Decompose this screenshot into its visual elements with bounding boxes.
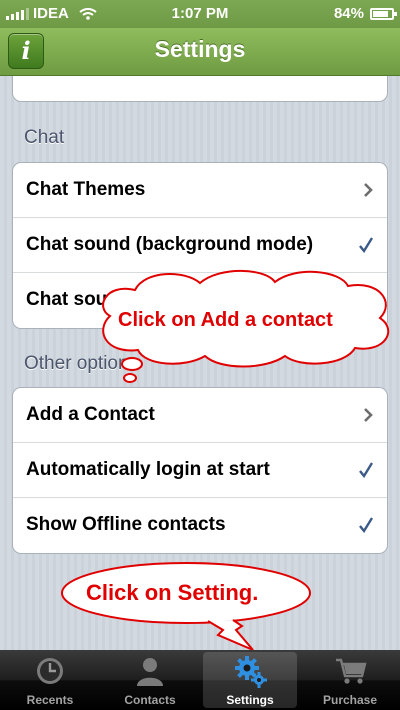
tab-bar: Recents Contacts Settings Purchase	[0, 650, 400, 710]
callout-add-contact-text: Click on Add a contact	[118, 309, 333, 331]
row-label: Show Offline contacts	[26, 514, 226, 535]
tab-label: Settings	[226, 693, 274, 707]
row-auto-login[interactable]: Automatically login at start	[13, 443, 387, 498]
callout-bubble-setting	[61, 562, 311, 651]
gears-icon	[235, 656, 267, 688]
chevron-right-icon	[363, 163, 373, 217]
chevron-right-icon	[363, 388, 373, 442]
row-label: Chat sound (background mode)	[26, 234, 314, 255]
row-label: Chat Themes	[26, 179, 146, 200]
row-chat-themes[interactable]: Chat Themes	[13, 163, 387, 218]
clock-icon	[37, 658, 63, 684]
row-show-offline[interactable]: Show Offline contacts	[13, 498, 387, 553]
checkmark-icon	[359, 498, 373, 552]
row-label: Automatically login at start	[26, 459, 270, 480]
cart-icon	[336, 658, 367, 684]
tab-contacts[interactable]: Contacts	[100, 650, 200, 710]
row-label: Add a Contact	[26, 404, 155, 425]
battery-area: 84%	[333, 5, 397, 22]
checkmark-icon	[359, 218, 373, 272]
battery-icon	[370, 7, 397, 20]
person-icon	[137, 658, 163, 686]
battery-percent: 84%	[333, 5, 364, 22]
previous-settings-group	[12, 46, 388, 102]
tab-label: Contacts	[124, 693, 176, 707]
tab-label: Recents	[26, 693, 74, 707]
tab-recents[interactable]: Recents	[0, 650, 100, 710]
tab-label: Purchase	[322, 693, 378, 707]
tab-settings[interactable]: Settings	[200, 650, 300, 710]
section-header-chat: Chat	[24, 127, 65, 148]
callout-setting-text: Click on Setting.	[86, 580, 259, 605]
other-options-group: Add a Contact Automatically login at sta…	[12, 387, 388, 554]
row-add-contact[interactable]: Add a Contact	[13, 388, 387, 443]
status-bar: IDEA 1:07 PM 84%	[0, 0, 400, 28]
checkmark-icon	[359, 443, 373, 497]
tab-purchase[interactable]: Purchase	[300, 650, 400, 710]
row-chat-sound-background[interactable]: Chat sound (background mode)	[13, 218, 387, 273]
